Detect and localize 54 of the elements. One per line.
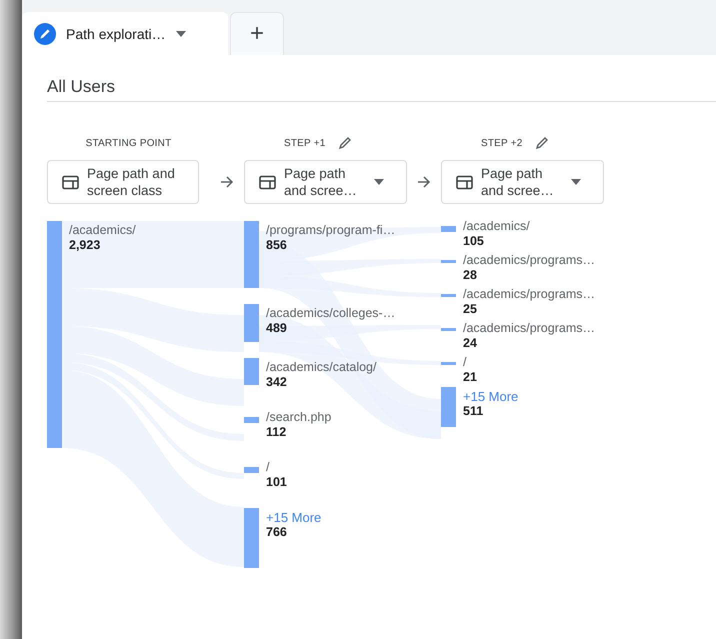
node-bar bbox=[244, 508, 259, 568]
node-bar bbox=[441, 294, 456, 297]
node-label: /academics/catalog/ bbox=[266, 360, 376, 375]
arrow-icon bbox=[417, 176, 431, 188]
node-count: 2,923 bbox=[69, 238, 102, 253]
step-heading: STARTING POINT bbox=[86, 138, 172, 148]
node-bar bbox=[244, 417, 259, 423]
table-icon bbox=[259, 174, 276, 190]
node-count: 342 bbox=[266, 375, 288, 390]
table-icon bbox=[456, 174, 473, 190]
node-bar bbox=[244, 358, 259, 385]
node-label: /search.php bbox=[266, 410, 332, 425]
node-bar bbox=[441, 226, 456, 232]
node-label: /academics/programs… bbox=[463, 321, 595, 336]
node-label: /academics/programs… bbox=[463, 253, 595, 268]
node-bar bbox=[244, 304, 259, 342]
node-bar bbox=[441, 387, 456, 427]
dimension-dropdown[interactable]: Page path and scree… bbox=[244, 160, 407, 204]
node-label: /academics/programs… bbox=[463, 287, 595, 302]
dimension-dropdown[interactable]: Page path and screen class bbox=[47, 160, 199, 204]
node-bar bbox=[244, 467, 259, 473]
node-count: 856 bbox=[266, 238, 288, 253]
node-label: /academics/ bbox=[463, 219, 530, 234]
node-label: /academics/colleges-… bbox=[266, 306, 396, 321]
pencil-icon bbox=[34, 22, 56, 44]
node-bar bbox=[441, 328, 456, 331]
more-link[interactable]: +15 More bbox=[266, 510, 322, 525]
node-label: / bbox=[266, 460, 270, 475]
table-icon bbox=[62, 174, 79, 190]
caret-icon bbox=[176, 30, 186, 36]
node-bar bbox=[441, 362, 456, 365]
node-count: 112 bbox=[266, 425, 288, 440]
arrow-icon bbox=[220, 176, 234, 188]
tab[interactable]: Path explorati… bbox=[22, 12, 228, 55]
node-count: 28 bbox=[463, 268, 478, 283]
dimension-dropdown[interactable]: Page path and scree… bbox=[441, 160, 604, 204]
node-count: 105 bbox=[463, 234, 485, 249]
node-bar bbox=[244, 221, 259, 288]
node-count: 21 bbox=[463, 370, 477, 385]
node-label: /programs/program-fi… bbox=[266, 223, 396, 238]
segment-title: All Users bbox=[47, 77, 716, 102]
more-link[interactable]: +15 More bbox=[463, 389, 518, 404]
node-count: 25 bbox=[463, 302, 478, 317]
node-count: 511 bbox=[463, 404, 484, 419]
node-count: 766 bbox=[266, 525, 288, 540]
node-count: 101 bbox=[266, 475, 287, 490]
node-label: /academics/ bbox=[69, 223, 136, 238]
node-label: / bbox=[463, 355, 468, 370]
node-count: 489 bbox=[266, 321, 288, 336]
add-tab-button[interactable]: + bbox=[230, 12, 284, 55]
step-heading: STEP +1 bbox=[284, 138, 326, 148]
node-count: 24 bbox=[463, 336, 478, 351]
node-bar bbox=[441, 260, 456, 263]
step-heading: STEP +2 bbox=[481, 138, 523, 148]
